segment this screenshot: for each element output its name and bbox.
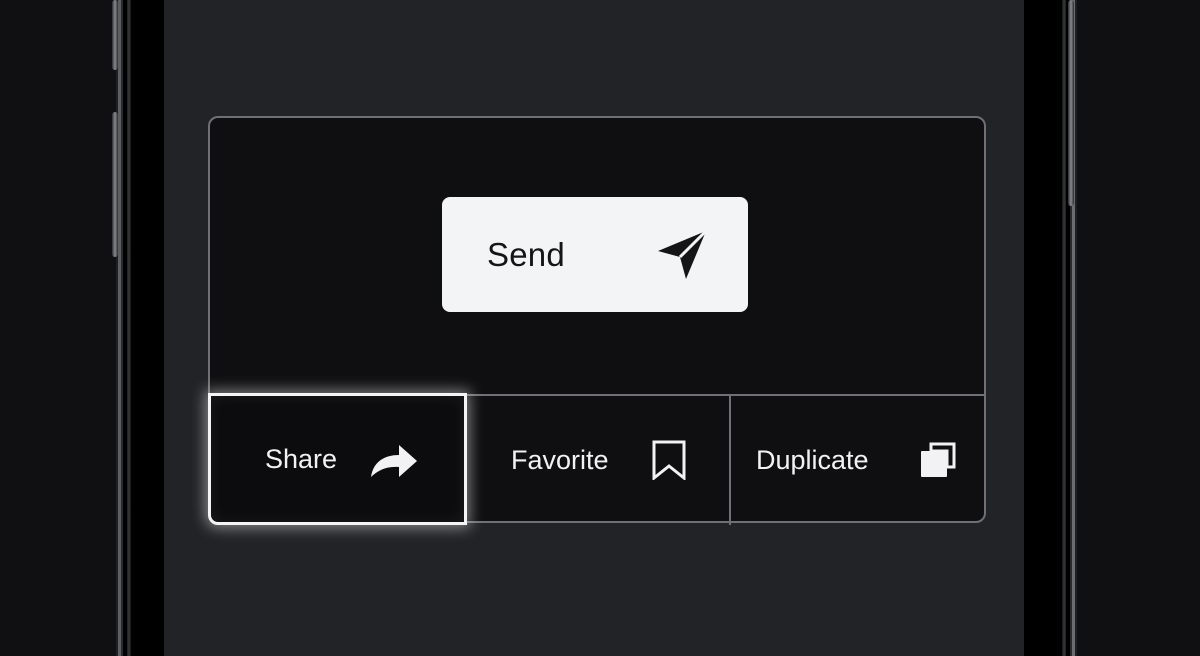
phone-side-button bbox=[112, 0, 118, 70]
bookmark-icon bbox=[652, 440, 686, 480]
send-button[interactable]: Send bbox=[442, 197, 748, 312]
phone-power-button bbox=[1068, 0, 1074, 206]
favorite-button[interactable]: Favorite bbox=[467, 396, 731, 525]
duplicate-button-label: Duplicate bbox=[756, 445, 869, 475]
phone-frame-left bbox=[118, 0, 167, 656]
share-button-label: Share bbox=[265, 443, 338, 474]
action-card: Send Share Favorite Duplicate bbox=[208, 116, 986, 525]
copy-icon bbox=[921, 442, 956, 477]
secondary-actions: Share Favorite Duplicate bbox=[208, 393, 986, 525]
duplicate-button[interactable]: Duplicate bbox=[731, 396, 986, 525]
paper-plane-icon bbox=[658, 229, 708, 279]
share-button[interactable]: Share bbox=[208, 393, 467, 525]
share-arrow-icon bbox=[371, 445, 417, 477]
phone-volume-button bbox=[112, 112, 118, 257]
favorite-button-label: Favorite bbox=[511, 445, 609, 475]
send-button-label: Send bbox=[487, 235, 565, 273]
device-stage: Send Share Favorite Duplicate bbox=[0, 0, 1200, 656]
